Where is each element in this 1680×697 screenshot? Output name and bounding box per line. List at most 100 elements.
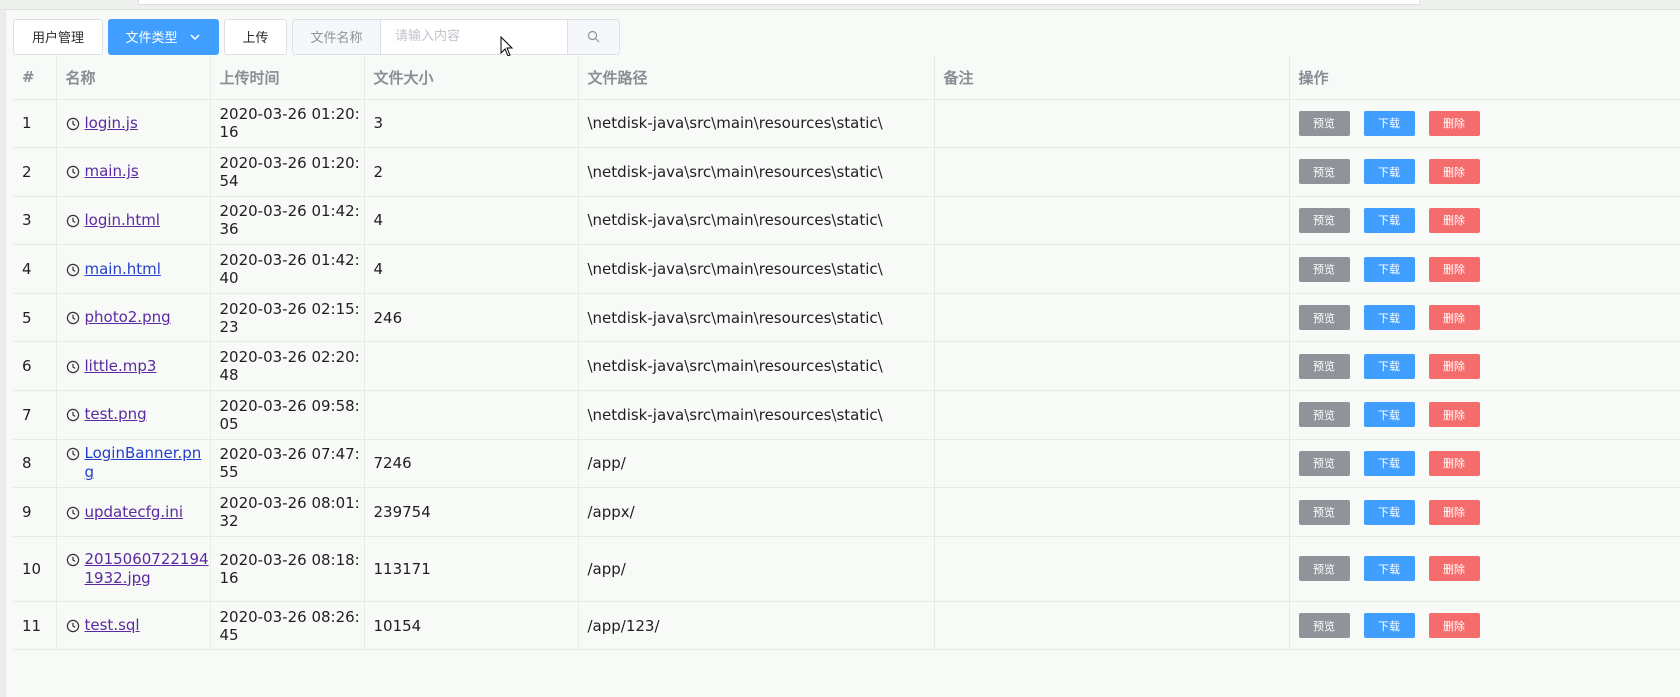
delete-button[interactable]: 删除 — [1428, 305, 1480, 331]
cell-name: test.png — [56, 390, 211, 440]
cell-upload-time: 2020-03-26 08:01:32 — [210, 487, 365, 537]
cell-index: 3 — [13, 196, 57, 246]
clock-icon — [66, 506, 79, 519]
search-group: 文件名称 — [292, 18, 620, 55]
clock-icon — [66, 409, 79, 422]
files-table: # 名称 上传时间 文件大小 文件路径 备注 操作 1 login.js 2020-… — [13, 56, 1680, 651]
file-name-link[interactable]: updatecfg.ini — [85, 503, 184, 522]
toolbar: 用户管理 文件类型 上传 文件名称 — [13, 18, 620, 55]
delete-button[interactable]: 删除 — [1428, 207, 1480, 233]
cell-upload-time: 2020-03-26 02:20:48 — [210, 341, 365, 392]
download-button[interactable]: 下载 — [1363, 450, 1415, 476]
cell-file-size: 4 — [364, 196, 579, 246]
file-type-dropdown-button[interactable]: 文件类型 — [108, 18, 219, 55]
upload-button[interactable]: 上传 — [224, 18, 287, 55]
cell-note — [934, 293, 1290, 343]
search-button[interactable] — [567, 19, 619, 54]
clock-icon — [66, 214, 79, 228]
delete-button[interactable]: 删除 — [1428, 499, 1480, 525]
cell-note — [934, 439, 1290, 489]
cell-upload-time: 2020-03-26 01:20:54 — [210, 147, 365, 197]
file-name-link[interactable]: photo2.png — [85, 308, 171, 327]
file-name-link[interactable]: login.html — [85, 211, 160, 230]
cell-file-size — [364, 390, 579, 440]
table-row: 7 test.png 2020-03-26 09:58:05 \netdisk-jav… — [13, 390, 1680, 440]
preview-button[interactable]: 预览 — [1298, 110, 1350, 136]
delete-button[interactable]: 删除 — [1428, 159, 1480, 185]
delete-button[interactable]: 删除 — [1428, 110, 1480, 136]
cell-index: 9 — [13, 487, 57, 537]
cell-file-path: \netdisk-java\src\main\resources\static\ — [578, 147, 935, 197]
cell-upload-time: 2020-03-26 02:15:23 — [210, 293, 365, 343]
file-name-link[interactable]: 20150607221941932.jpg — [85, 550, 210, 588]
cell-file-path: \netdisk-java\src\main\resources\static\ — [578, 341, 935, 392]
cell-index: 8 — [13, 439, 57, 489]
header-file-size: 文件大小 — [364, 56, 579, 100]
cell-upload-time: 2020-03-26 09:58:05 — [210, 390, 365, 440]
cell-file-path: \netdisk-java\src\main\resources\static\ — [578, 99, 935, 149]
table-row: 2 main.js 2020-03-26 01:20:54 2 \netdisk-jav… — [13, 147, 1680, 197]
table-row: 1 login.js 2020-03-26 01:20:16 3 \netdisk-ja… — [13, 99, 1680, 149]
file-name-link[interactable]: LoginBanner.png — [85, 444, 210, 482]
cell-note — [934, 244, 1290, 294]
delete-button[interactable]: 删除 — [1428, 556, 1480, 582]
delete-button[interactable]: 删除 — [1428, 613, 1480, 639]
cell-note — [934, 196, 1290, 246]
header-file-path: 文件路径 — [578, 56, 935, 100]
clock-icon — [66, 553, 79, 567]
download-button[interactable]: 下载 — [1363, 110, 1415, 136]
header-name: 名称 — [56, 56, 211, 100]
cell-index: 4 — [13, 244, 57, 294]
download-button[interactable]: 下载 — [1363, 353, 1415, 379]
cell-index: 7 — [13, 390, 57, 440]
cell-name: 20150607221941932.jpg — [56, 536, 211, 602]
clock-icon — [66, 117, 79, 130]
download-button[interactable]: 下载 — [1363, 402, 1415, 428]
download-button[interactable]: 下载 — [1363, 613, 1415, 639]
cell-note — [934, 390, 1290, 440]
download-button[interactable]: 下载 — [1363, 556, 1415, 582]
cell-note — [934, 601, 1290, 651]
file-name-link[interactable]: main.js — [85, 162, 139, 181]
delete-button[interactable]: 删除 — [1428, 256, 1480, 282]
download-button[interactable]: 下载 — [1363, 159, 1415, 185]
delete-button[interactable]: 删除 — [1428, 402, 1480, 428]
file-name-link[interactable]: little.mp3 — [85, 357, 157, 376]
delete-button[interactable]: 删除 — [1428, 450, 1480, 476]
preview-button[interactable]: 预览 — [1298, 305, 1350, 331]
cell-upload-time: 2020-03-26 01:20:16 — [210, 99, 365, 149]
file-manager-page: 用户管理 文件类型 上传 文件名称 请输入内容 # 名称 上传时间 文件大小 文… — [0, 0, 1680, 697]
preview-button[interactable]: 预览 — [1298, 450, 1350, 476]
download-button[interactable]: 下载 — [1363, 207, 1415, 233]
cell-note — [934, 536, 1290, 602]
user-management-button[interactable]: 用户管理 — [13, 18, 103, 55]
table-row: 8 LoginBanner.png 2020-03-26 07:47:55 7246/… — [13, 439, 1680, 489]
file-name-link[interactable]: login.js — [85, 114, 138, 133]
download-button[interactable]: 下载 — [1363, 499, 1415, 525]
cell-file-size — [364, 341, 579, 392]
cell-actions: 预览 下载 删除 — [1289, 196, 1680, 246]
preview-button[interactable]: 预览 — [1298, 353, 1350, 379]
top-input-edge[interactable] — [138, 0, 1420, 5]
clock-icon — [66, 166, 79, 179]
cell-index: 6 — [13, 341, 57, 392]
preview-button[interactable]: 预览 — [1298, 402, 1350, 428]
preview-button[interactable]: 预览 — [1298, 207, 1350, 233]
search-input[interactable] — [381, 19, 567, 54]
file-name-link[interactable]: test.png — [85, 405, 147, 424]
preview-button[interactable]: 预览 — [1298, 613, 1350, 639]
cell-name: login.js — [56, 99, 211, 149]
cell-name: LoginBanner.png — [56, 439, 211, 489]
cell-name: login.html — [56, 196, 211, 246]
cell-actions: 预览 下载 删除 — [1289, 536, 1680, 602]
preview-button[interactable]: 预览 — [1298, 556, 1350, 582]
preview-button[interactable]: 预览 — [1298, 256, 1350, 282]
download-button[interactable]: 下载 — [1363, 305, 1415, 331]
download-button[interactable]: 下载 — [1363, 256, 1415, 282]
file-name-link[interactable]: test.sql — [85, 616, 140, 635]
preview-button[interactable]: 预览 — [1298, 499, 1350, 525]
cell-file-path: \netdisk-java\src\main\resources\static\ — [578, 293, 935, 343]
preview-button[interactable]: 预览 — [1298, 159, 1350, 185]
file-name-link[interactable]: main.html — [85, 260, 161, 279]
delete-button[interactable]: 删除 — [1428, 353, 1480, 379]
